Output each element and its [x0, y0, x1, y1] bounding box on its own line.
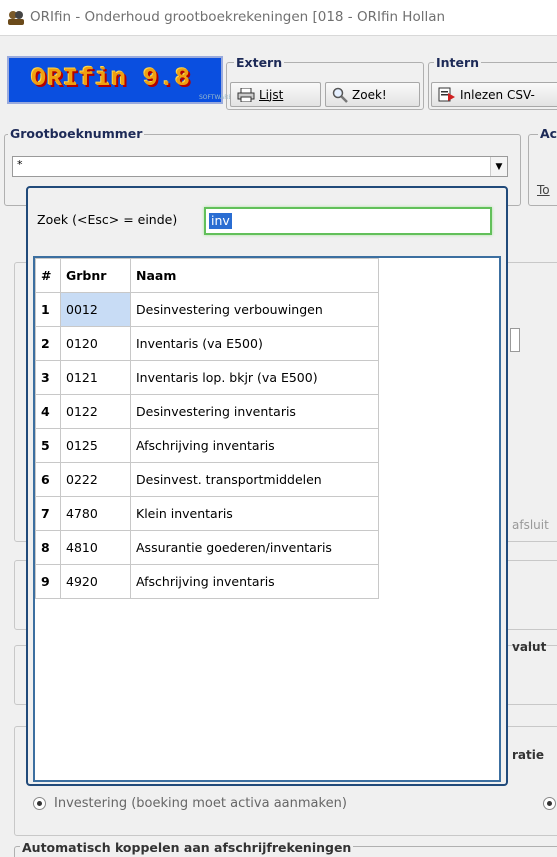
app-people-icon — [8, 11, 24, 25]
auto-koppelen-label: Automatisch koppelen aan afschrijfrekeni… — [20, 840, 354, 855]
search-query: inv — [209, 213, 232, 229]
afsluit-fragment: afsluit — [512, 518, 549, 532]
inlezen-csv-label: Inlezen CSV- — [460, 87, 535, 102]
table-row[interactable]: 8 4810 Assurantie goederen/inventaris — [35, 530, 379, 565]
column-header-number: # — [35, 258, 61, 293]
row-grbnr[interactable]: 4810 — [60, 530, 131, 565]
investering-radio[interactable]: Investering (boeking moet activa aanmake… — [33, 796, 347, 811]
ratie-fragment: ratie — [512, 748, 545, 762]
extern-group-label: Extern — [234, 55, 285, 70]
investering-radio-label: Investering (boeking moet activa aanmake… — [54, 796, 347, 811]
table-row[interactable]: 3 0121 Inventaris lop. bkjr (va E500) — [35, 360, 379, 395]
search-popup: Zoek (<Esc> = einde) inv # Grbnr Naam 10… — [26, 186, 508, 786]
row-grbnr[interactable]: 0121 — [60, 360, 131, 395]
row-grbnr[interactable]: 0012 — [60, 292, 131, 327]
row-naam[interactable]: Inventaris lop. bkjr (va E500) — [130, 360, 379, 395]
row-number: 4 — [35, 394, 61, 429]
grootboeknummer-combo[interactable]: * ▼ — [12, 156, 508, 177]
row-grbnr[interactable]: 0125 — [60, 428, 131, 463]
row-number: 8 — [35, 530, 61, 565]
row-number: 7 — [35, 496, 61, 531]
row-naam[interactable]: Inventaris (va E500) — [130, 326, 379, 361]
table-row[interactable]: 9 4920 Afschrijving inventaris — [35, 564, 379, 599]
row-naam[interactable]: Assurantie goederen/inventaris — [130, 530, 379, 565]
window-title: ORIfin - Onderhoud grootboekrekeningen [… — [30, 9, 446, 25]
table-row[interactable]: 2 0120 Inventaris (va E500) — [35, 326, 379, 361]
search-label: Zoek (<Esc> = einde) — [37, 212, 178, 227]
column-header-grbnr: Grbnr — [60, 258, 131, 293]
logo-text: ORIfin 9.8 — [31, 64, 192, 93]
import-icon — [438, 87, 455, 101]
row-number: 9 — [35, 564, 61, 599]
inlezen-csv-button[interactable]: Inlezen CSV- — [431, 82, 557, 107]
radio-selected-icon[interactable] — [33, 797, 46, 810]
results-header-row: # Grbnr Naam — [35, 258, 379, 293]
printer-icon — [237, 87, 255, 102]
grootboeknummer-label: Grootboeknummer — [8, 126, 145, 141]
row-grbnr[interactable]: 0122 — [60, 394, 131, 429]
valut-fragment: valut — [512, 640, 547, 654]
table-row[interactable]: 4 0122 Desinvestering inventaris — [35, 394, 379, 429]
combo-value: * — [17, 158, 23, 171]
right-radio-fragment[interactable] — [543, 797, 556, 810]
right-group-label: Ac — [538, 126, 557, 141]
table-row[interactable]: 5 0125 Afschrijving inventaris — [35, 428, 379, 463]
results-list[interactable]: # Grbnr Naam 1 0012 Desinvestering verbouw… — [33, 256, 501, 782]
row-naam[interactable]: Afschrijving inventaris — [130, 428, 379, 463]
search-input[interactable]: inv — [204, 207, 492, 235]
zoek-label: Zoek! — [352, 87, 387, 102]
row-number: 2 — [35, 326, 61, 361]
table-row[interactable]: 7 4780 Klein inventaris — [35, 496, 379, 531]
row-naam[interactable]: Desinvestering verbouwingen — [130, 292, 379, 327]
zoek-button[interactable]: Zoek! — [325, 82, 420, 107]
row-grbnr[interactable]: 4780 — [60, 496, 131, 531]
lijst-button[interactable]: Lijst — [230, 82, 321, 107]
magnifier-icon — [332, 87, 348, 103]
row-number: 3 — [35, 360, 61, 395]
row-grbnr[interactable]: 0222 — [60, 462, 131, 497]
orifin-logo: ORIfin 9.8 SOFTWARE — [7, 56, 232, 104]
lijst-label: Lijst — [259, 87, 284, 102]
title-bar: ORIfin - Onderhoud grootboekrekeningen [… — [0, 0, 557, 36]
column-header-naam: Naam — [130, 258, 379, 293]
bg-field-fragment — [510, 328, 520, 352]
table-row[interactable]: 1 0012 Desinvestering verbouwingen — [35, 292, 379, 327]
row-grbnr[interactable]: 0120 — [60, 326, 131, 361]
table-row[interactable]: 6 0222 Desinvest. transportmiddelen — [35, 462, 379, 497]
results-table: # Grbnr Naam 1 0012 Desinvestering verbouw… — [35, 258, 379, 599]
row-naam[interactable]: Afschrijving inventaris — [130, 564, 379, 599]
row-naam[interactable]: Desinvest. transportmiddelen — [130, 462, 379, 497]
row-number: 6 — [35, 462, 61, 497]
intern-group-label: Intern — [434, 55, 482, 70]
row-number: 1 — [35, 292, 61, 327]
row-number: 5 — [35, 428, 61, 463]
chevron-down-icon[interactable]: ▼ — [490, 157, 507, 176]
row-naam[interactable]: Klein inventaris — [130, 496, 379, 531]
right-button-fragment[interactable]: To — [537, 183, 550, 197]
row-naam[interactable]: Desinvestering inventaris — [130, 394, 379, 429]
row-grbnr[interactable]: 4920 — [60, 564, 131, 599]
